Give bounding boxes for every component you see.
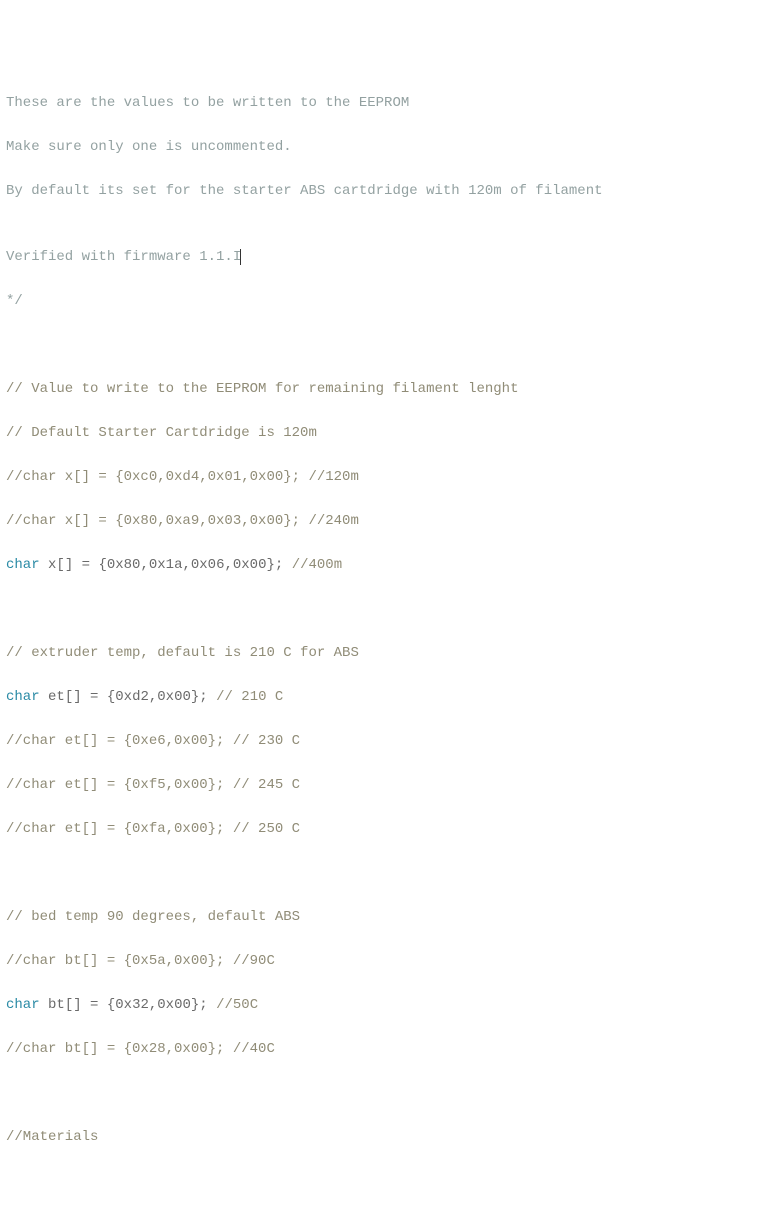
comment-extruder-header: // extruder temp, default is 210 C for A… <box>6 642 756 664</box>
disabled-filament-120: //char x[] = {0xc0,0xd4,0x01,0x00}; //12… <box>6 466 756 488</box>
brackets: [] <box>65 689 82 705</box>
comment-bed-header: // bed temp 90 degrees, default ABS <box>6 906 756 928</box>
keyword-char: char <box>6 689 40 705</box>
keyword-char: char <box>6 997 40 1013</box>
block-comment-close: */ <box>6 290 756 312</box>
initializer: {0x80,0x1a,0x06,0x00}; <box>98 557 283 573</box>
comment-filament-header-1: // Value to write to the EEPROM for rema… <box>6 378 756 400</box>
initializer: {0xd2,0x00}; <box>107 689 208 705</box>
equals: = <box>73 557 98 573</box>
block-comment-line: These are the values to be written to th… <box>6 92 756 114</box>
block-comment-line: By default its set for the starter ABS c… <box>6 180 756 202</box>
disabled-extruder-245: //char et[] = {0xf5,0x00}; // 245 C <box>6 774 756 796</box>
disabled-bed-90: //char bt[] = {0x5a,0x00}; //90C <box>6 950 756 972</box>
equals: = <box>82 997 107 1013</box>
initializer: {0x32,0x00}; <box>107 997 208 1013</box>
block-comment-line-cursor: Verified with firmware 1.1.I <box>6 246 756 268</box>
comment-filament-header-2: // Default Starter Cartdridge is 120m <box>6 422 756 444</box>
blank-line <box>6 862 756 884</box>
disabled-extruder-230: //char et[] = {0xe6,0x00}; // 230 C <box>6 730 756 752</box>
var-bt: bt <box>48 997 65 1013</box>
disabled-bed-40: //char bt[] = {0x28,0x00}; //40C <box>6 1038 756 1060</box>
brackets: [] <box>65 997 82 1013</box>
active-extruder-line: char et[] = {0xd2,0x00}; // 210 C <box>6 686 756 708</box>
keyword-char: char <box>6 557 40 573</box>
blank-line <box>6 1082 756 1104</box>
equals: = <box>82 689 107 705</box>
trailing-comment: // 210 C <box>208 689 284 705</box>
active-bed-line: char bt[] = {0x32,0x00}; //50C <box>6 994 756 1016</box>
block-comment-text: Verified with firmware 1.1.I <box>6 249 241 265</box>
blank-line <box>6 1170 756 1192</box>
brackets: [] <box>56 557 73 573</box>
comment-materials-header: //Materials <box>6 1126 756 1148</box>
blank-line <box>6 334 756 356</box>
trailing-comment: //400m <box>283 557 342 573</box>
blank-line <box>6 598 756 620</box>
trailing-comment: //50C <box>208 997 258 1013</box>
active-filament-line: char x[] = {0x80,0x1a,0x06,0x00}; //400m <box>6 554 756 576</box>
disabled-extruder-250: //char et[] = {0xfa,0x00}; // 250 C <box>6 818 756 840</box>
block-comment-line: Make sure only one is uncommented. <box>6 136 756 158</box>
var-et: et <box>48 689 65 705</box>
text-cursor <box>240 249 241 265</box>
disabled-filament-240: //char x[] = {0x80,0xa9,0x03,0x00}; //24… <box>6 510 756 532</box>
